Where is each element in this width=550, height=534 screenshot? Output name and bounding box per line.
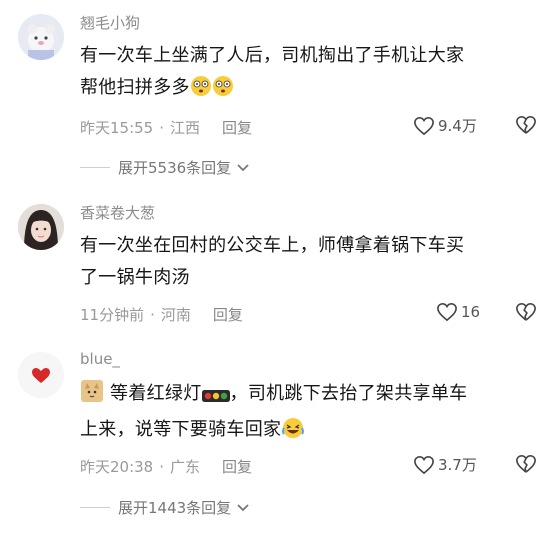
like-count: 3.7万 [438, 456, 477, 474]
cat-emoji-icon [80, 379, 104, 414]
broken-heart-icon [516, 303, 536, 321]
comment-meta: 昨天15:55 · 江西 回复 [80, 117, 252, 138]
comment-text-line-2: 帮他扫拼多多 [80, 72, 520, 108]
girl-photo-avatar-icon [18, 204, 64, 250]
comment-text-line-2-text: 上来，说等下要骑车回家 [80, 419, 282, 440]
expand-label: 展开1443条回复 [118, 499, 232, 517]
avatar[interactable] [18, 352, 64, 398]
like-button[interactable]: 16 [436, 302, 480, 322]
comment-text-line-1-part-1: 等着红绿灯 [110, 383, 202, 404]
heart-outline-icon [414, 116, 434, 135]
reply-button[interactable]: 回复 [222, 117, 252, 138]
comment-text-line-2: 上来，说等下要骑车回家 [80, 414, 520, 450]
location: 江西 [170, 119, 201, 137]
dizzy-face-emoji-icon [190, 75, 234, 108]
expand-replies-button[interactable]: 展开5536条回复 [80, 157, 251, 178]
comment-text-line-1: 有一次车上坐满了人后，司机掏出了手机让大家 [80, 45, 465, 66]
username[interactable]: blue_ [80, 350, 120, 368]
comment-text-line-2: 了一锅牛肉汤 [80, 267, 190, 288]
dislike-button[interactable] [515, 454, 537, 478]
separator-dot: · [159, 457, 165, 476]
like-button[interactable]: 3.7万 [413, 454, 477, 475]
comment-meta: 昨天20:38 · 广东 回复 [80, 456, 252, 477]
avatar[interactable] [18, 14, 64, 60]
location: 广东 [170, 458, 201, 476]
timestamp: 昨天15:55 [80, 119, 154, 137]
dislike-button[interactable] [515, 302, 537, 326]
red-heart-avatar-icon [18, 352, 64, 398]
comment-text: 等着红绿灯 ，司机跳下去抬了架共享单车 上来，说等下要骑车回家 [80, 378, 520, 450]
cartoon-bear-avatar-icon [18, 14, 64, 60]
avatar[interactable] [18, 204, 64, 250]
broken-heart-icon [516, 455, 536, 473]
separator-dot: · [150, 305, 155, 324]
reply-button[interactable]: 回复 [222, 456, 252, 477]
broken-heart-icon [516, 116, 536, 134]
like-button[interactable]: 9.4万 [413, 115, 477, 136]
comment-text-line-2-text: 帮他扫拼多多 [80, 77, 190, 98]
expand-line [80, 507, 110, 508]
chevron-down-icon [237, 163, 249, 171]
timestamp: 11分钟前 [80, 306, 145, 324]
username[interactable]: 香菜卷大葱 [80, 202, 155, 223]
expand-replies-button[interactable]: 展开1443条回复 [80, 497, 251, 518]
heart-outline-icon [437, 302, 457, 322]
heart-outline-icon [414, 455, 434, 474]
comment-text-line-1: 有一次坐在回村的公交车上，师傅拿着锅下车买 [80, 235, 465, 256]
expand-line [80, 167, 110, 168]
location: 河南 [160, 306, 191, 324]
expand-label: 展开5536条回复 [118, 159, 232, 177]
laughing-crying-emoji-icon [281, 417, 305, 450]
comment-text-line-1: 等着红绿灯 ，司机跳下去抬了架共享单车 [80, 378, 520, 414]
timestamp: 昨天20:38 [80, 458, 154, 476]
like-count: 16 [461, 303, 481, 321]
reply-button[interactable]: 回复 [213, 304, 243, 325]
chevron-down-icon [237, 503, 249, 511]
traffic-light-emoji-icon [201, 382, 230, 414]
separator-dot: · [159, 118, 165, 137]
comment-text-line-1-part-2: ，司机跳下去抬了架共享单车 [229, 383, 468, 404]
comment-text: 有一次坐在回村的公交车上，师傅拿着锅下车买 了一锅牛肉汤 [80, 230, 520, 294]
like-count: 9.4万 [438, 117, 477, 135]
dislike-button[interactable] [515, 115, 537, 139]
comment-text: 有一次车上坐满了人后，司机掏出了手机让大家 帮他扫拼多多 [80, 40, 520, 108]
username[interactable]: 翘毛小狗 [80, 12, 140, 33]
comment-meta: 11分钟前 · 河南 回复 [80, 304, 243, 325]
